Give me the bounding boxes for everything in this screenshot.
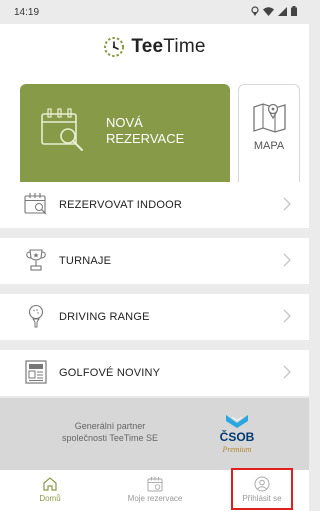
login-highlight-frame: [231, 468, 293, 510]
calendar-icon: [147, 477, 162, 492]
calendar-icon: [24, 193, 47, 215]
location-icon: [251, 6, 259, 16]
newspaper-icon: [25, 360, 47, 384]
new-reservation-label: NOVÁ REZERVACE: [106, 115, 185, 146]
new-reservation-tile[interactable]: NOVÁ REZERVACE: [20, 84, 230, 194]
menu-label: REZERVOVAT INDOOR: [59, 199, 182, 211]
menu-item-driving-range[interactable]: DRIVING RANGE: [0, 294, 309, 340]
menu-item-news[interactable]: GOLFOVÉ NOVINY: [0, 350, 309, 396]
logo-text: TeeTime: [131, 36, 206, 57]
map-tile[interactable]: MAPA: [238, 84, 300, 194]
chevron-right-icon: [283, 309, 291, 323]
svg-text:ČSOB: ČSOB: [220, 429, 255, 444]
menu-label: DRIVING RANGE: [59, 311, 150, 323]
teetime-logo: TeeTime: [103, 36, 205, 58]
status-time: 14:19: [14, 7, 40, 18]
status-icons: [251, 6, 297, 16]
csob-premium-logo: ČSOB Premium: [220, 415, 255, 454]
partner-text: Generální partner společnosti TeeTime SE: [61, 421, 159, 443]
menu-item-indoor[interactable]: REZERVOVAT INDOOR: [0, 182, 309, 228]
wifi-icon: [263, 6, 274, 16]
battery-icon: [291, 6, 297, 16]
signal-icon: [278, 6, 287, 16]
app-header: TeeTime: [0, 24, 309, 70]
map-icon: [253, 103, 286, 133]
map-label: MAPA: [253, 140, 285, 152]
chevron-right-icon: [283, 365, 291, 379]
status-bar: 14:19: [0, 0, 309, 24]
nav-reservations-label: Moje rezervace: [127, 494, 183, 503]
trophy-icon: [26, 249, 46, 271]
nav-home-label: Domů: [39, 494, 61, 503]
menu-label: TURNAJE: [59, 255, 112, 267]
golf-ball-tee-icon: [28, 304, 44, 328]
menu-item-tournaments[interactable]: TURNAJE: [0, 238, 309, 284]
nav-home[interactable]: Domů: [20, 470, 80, 511]
chevron-right-icon: [283, 253, 291, 267]
svg-text:Premium: Premium: [221, 445, 251, 454]
nav-my-reservations[interactable]: Moje rezervace: [113, 470, 197, 511]
clock-logo-icon: [104, 37, 125, 57]
calendar-search-icon: [41, 108, 83, 151]
partner-banner: Generální partner společnosti TeeTime SE…: [0, 398, 309, 470]
home-icon: [43, 477, 57, 491]
chevron-right-icon: [283, 197, 291, 211]
menu-label: GOLFOVÉ NOVINY: [59, 367, 161, 379]
